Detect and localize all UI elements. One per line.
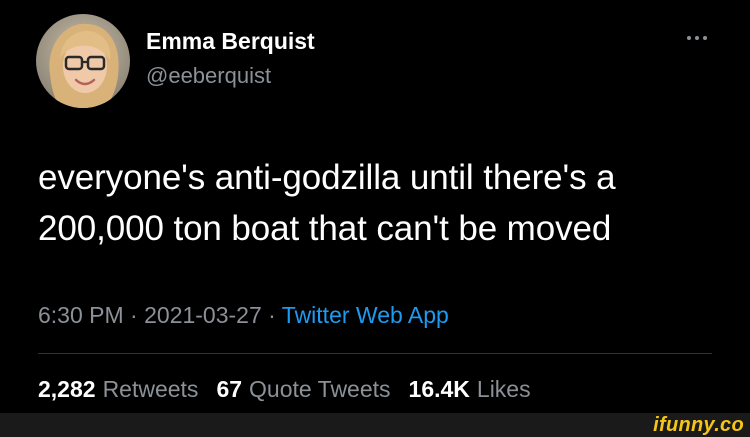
tweet-time[interactable]: 6:30 PM (38, 302, 124, 328)
likes-stat[interactable]: 16.4K Likes (409, 376, 531, 402)
avatar-portrait-icon (36, 14, 130, 108)
watermark: ifunny.co (653, 414, 744, 436)
tweet-source-link[interactable]: Twitter Web App (282, 302, 449, 328)
tweet-date[interactable]: 2021-03-27 (144, 302, 262, 328)
divider (38, 353, 712, 354)
retweets-count: 2,282 (38, 376, 96, 402)
more-dots-icon (695, 36, 699, 40)
more-dots-icon (703, 36, 707, 40)
more-options-button[interactable] (680, 28, 714, 48)
avatar[interactable] (36, 14, 130, 108)
likes-label: Likes (476, 376, 531, 402)
watermark-bar: ifunny.co (0, 413, 750, 437)
author-name[interactable]: Emma Berquist (146, 28, 315, 55)
retweets-label: Retweets (102, 376, 199, 402)
tweet-card: Emma Berquist @eeberquist everyone's ant… (0, 0, 750, 413)
quote-tweets-count: 67 (216, 376, 243, 402)
meta-separator: · (261, 302, 282, 328)
retweets-stat[interactable]: 2,282 Retweets (38, 376, 198, 402)
author-handle[interactable]: @eeberquist (146, 63, 271, 89)
tweet-stats: 2,282 Retweets 67 Quote Tweets 16.4K Likes (38, 376, 531, 403)
tweet-text-line: 200,000 ton boat that can't be moved (38, 209, 612, 248)
quote-tweets-label: Quote Tweets (249, 376, 391, 402)
likes-count: 16.4K (408, 376, 470, 402)
more-dots-icon (687, 36, 691, 40)
quote-tweets-stat[interactable]: 67 Quote Tweets (216, 376, 390, 402)
meta-separator: · (123, 302, 145, 328)
tweet-meta: 6:30 PM · 2021-03-27 · Twitter Web App (38, 302, 449, 329)
tweet-text: everyone's anti-godzilla until there's a… (38, 152, 718, 254)
tweet-text-line: everyone's anti-godzilla until there's a (38, 158, 616, 197)
